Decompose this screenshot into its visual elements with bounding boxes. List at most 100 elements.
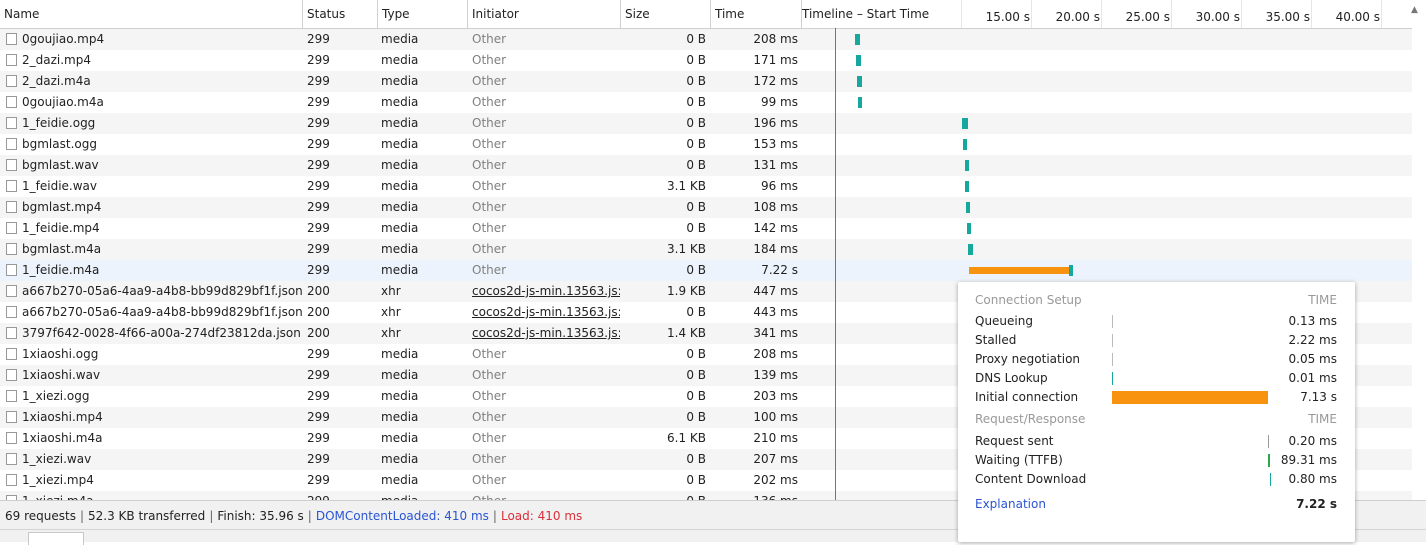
request-type: media xyxy=(381,74,419,88)
time-column-label: TIME xyxy=(1308,412,1337,426)
request-initiator: Other xyxy=(472,431,507,445)
timeline-tick-label: 15.00 s xyxy=(985,10,1030,24)
request-size: 0 B xyxy=(686,53,706,67)
waterfall-bar[interactable] xyxy=(966,223,971,234)
request-type: media xyxy=(381,116,419,130)
request-row[interactable]: 2_dazi.m4a 299 media Other 0 B 172 ms xyxy=(0,71,1426,92)
waterfall-bar[interactable] xyxy=(858,97,863,108)
request-row[interactable]: 2_dazi.mp4 299 media Other 0 B 171 ms xyxy=(0,50,1426,71)
initiator-link[interactable]: cocos2d-js-min.13563.js:17 xyxy=(468,302,620,323)
request-time: 153 ms xyxy=(753,137,798,151)
request-row[interactable]: 0goujiao.mp4 299 media Other 0 B 208 ms xyxy=(0,29,1426,50)
request-type: media xyxy=(381,221,419,235)
status-separator: | xyxy=(79,509,84,523)
request-name: 1_feidie.wav xyxy=(22,179,97,193)
request-size: 0 B xyxy=(686,368,706,382)
request-name: 0goujiao.m4a xyxy=(22,95,104,109)
request-initiator: Other xyxy=(472,452,507,466)
timing-phase-row: Initial connection 7.13 s xyxy=(975,388,1337,407)
request-type: media xyxy=(381,53,419,67)
waterfall-bar[interactable] xyxy=(854,34,861,45)
phase-value: 0.05 ms xyxy=(1288,352,1337,366)
request-name: 1xiaoshi.wav xyxy=(22,368,101,382)
phase-bar xyxy=(1112,372,1114,385)
request-status: 299 xyxy=(307,95,330,109)
waterfall-bar[interactable] xyxy=(857,76,863,87)
request-time: 131 ms xyxy=(753,158,798,172)
request-row[interactable]: 1_feidie.wav 299 media Other 3.1 KB 96 ms xyxy=(0,176,1426,197)
waterfall-bar[interactable] xyxy=(962,118,968,129)
phase-label: Stalled xyxy=(975,333,1017,347)
request-type: media xyxy=(381,179,419,193)
column-header-timeline[interactable]: Timeline – Start Time xyxy=(801,0,961,28)
request-row[interactable]: bgmlast.ogg 299 media Other 0 B 153 ms xyxy=(0,134,1426,155)
request-initiator: Other xyxy=(472,473,507,487)
request-time: 100 ms xyxy=(753,410,798,424)
request-status: 299 xyxy=(307,179,330,193)
column-header-initiator[interactable]: Initiator xyxy=(467,0,620,28)
waterfall-bar[interactable] xyxy=(965,202,970,213)
timeline-tick-label: 40.00 s xyxy=(1335,10,1380,24)
waterfall-bar[interactable] xyxy=(856,55,861,66)
column-header-time[interactable]: Time xyxy=(710,0,801,28)
request-initiator: Other xyxy=(472,158,507,172)
request-row[interactable]: bgmlast.wav 299 media Other 0 B 131 ms xyxy=(0,155,1426,176)
waterfall-bar[interactable] xyxy=(1069,265,1074,276)
column-header-name[interactable]: Name xyxy=(0,0,302,28)
request-time: 447 ms xyxy=(753,284,798,298)
request-row[interactable]: bgmlast.m4a 299 media Other 3.1 KB 184 ms xyxy=(0,239,1426,260)
initiator-link[interactable]: cocos2d-js-min.13563.js:17 xyxy=(468,281,620,302)
drawer-tab[interactable] xyxy=(28,532,84,545)
request-row[interactable]: 1_feidie.ogg 299 media Other 0 B 196 ms xyxy=(0,113,1426,134)
phase-label: Proxy negotiation xyxy=(975,352,1081,366)
request-status: 299 xyxy=(307,347,330,361)
column-header-size[interactable]: Size xyxy=(620,0,710,28)
column-header-type[interactable]: Type xyxy=(377,0,467,28)
request-status: 299 xyxy=(307,53,330,67)
scroll-up-arrow-icon[interactable]: ▲ xyxy=(1411,5,1418,15)
timing-phase-row: Stalled 2.22 ms xyxy=(975,331,1337,350)
request-size: 3.1 KB xyxy=(667,242,706,256)
request-name: bgmlast.mp4 xyxy=(22,200,102,214)
explanation-link[interactable]: Explanation xyxy=(975,495,1046,514)
waterfall-bar[interactable] xyxy=(968,244,974,255)
waterfall-bar[interactable] xyxy=(964,160,969,171)
initiator-link[interactable]: cocos2d-js-min.13563.js:17 xyxy=(468,323,620,344)
request-type: media xyxy=(381,95,419,109)
request-name: 1_feidie.mp4 xyxy=(22,221,100,235)
waterfall-bar[interactable] xyxy=(963,139,968,150)
phase-value: 0.80 ms xyxy=(1288,472,1337,486)
request-size: 6.1 KB xyxy=(667,431,706,445)
request-initiator: Other xyxy=(472,242,507,256)
request-row[interactable]: 1_feidie.mp4 299 media Other 0 B 142 ms xyxy=(0,218,1426,239)
request-type: media xyxy=(381,431,419,445)
phase-value: 2.22 ms xyxy=(1288,333,1337,347)
request-type: xhr xyxy=(381,326,401,340)
request-status: 299 xyxy=(307,200,330,214)
phase-label: Initial connection xyxy=(975,390,1079,404)
request-name: a667b270-05a6-4aa9-a4b8-bb99d829bf1f.jso… xyxy=(22,305,302,319)
request-initiator: Other xyxy=(472,53,507,67)
request-name: 1_feidie.m4a xyxy=(22,263,100,277)
timeline-tick-label: 25.00 s xyxy=(1125,10,1170,24)
phase-bar xyxy=(1112,315,1113,328)
request-time: 171 ms xyxy=(753,53,798,67)
request-size: 0 B xyxy=(686,116,706,130)
request-status: 299 xyxy=(307,74,330,88)
request-type: media xyxy=(381,368,419,382)
request-type: media xyxy=(377,491,467,500)
vertical-scrollbar[interactable] xyxy=(1412,28,1426,500)
timeline-gridline xyxy=(1101,0,1102,28)
request-initiator: Other xyxy=(472,95,507,109)
request-status: 299 xyxy=(307,431,330,445)
column-header-status[interactable]: Status xyxy=(302,0,377,28)
request-row[interactable]: bgmlast.mp4 299 media Other 0 B 108 ms xyxy=(0,197,1426,218)
waterfall-connect-bar[interactable] xyxy=(969,267,1070,274)
request-status: 200 xyxy=(307,305,330,319)
request-row[interactable]: 1_feidie.m4a 299 media Other 0 B 7.22 s xyxy=(0,260,1426,281)
waterfall-bar[interactable] xyxy=(965,181,970,192)
request-name: 1xiaoshi.m4a xyxy=(22,431,103,445)
request-row[interactable]: 0goujiao.m4a 299 media Other 0 B 99 ms xyxy=(0,92,1426,113)
request-size: 0 B xyxy=(686,200,706,214)
request-size: 0 B xyxy=(686,389,706,403)
